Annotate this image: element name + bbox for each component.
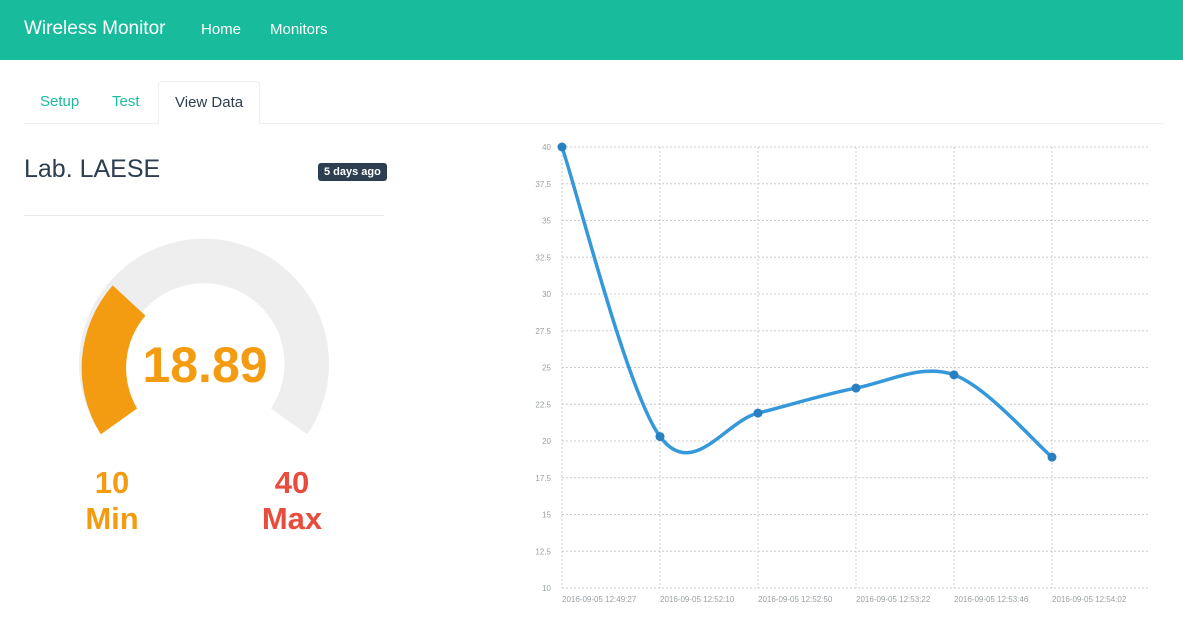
y-tick-label: 32.5 — [535, 253, 551, 262]
gauge-value: 18.89 — [142, 337, 268, 393]
y-tick-label: 10 — [542, 584, 551, 593]
brand-link[interactable]: Wireless Monitor — [24, 18, 165, 40]
x-tick-label: 2016-09-05 12:49:27 — [562, 595, 637, 604]
y-tick-label: 17.5 — [535, 474, 551, 483]
header-divider — [24, 215, 384, 216]
tab-test[interactable]: Test — [96, 81, 156, 124]
data-point — [1047, 452, 1057, 462]
y-tick-label: 30 — [542, 290, 551, 299]
tab-bar: Setup Test View Data — [24, 81, 1165, 125]
data-point — [753, 408, 763, 418]
last-update-badge: 5 days ago — [318, 163, 387, 181]
x-tick-label: 2016-09-05 12:53:46 — [954, 595, 1029, 604]
monitor-title: Lab. LAESE — [24, 155, 161, 183]
y-tick-label: 20 — [542, 437, 551, 446]
data-point — [851, 383, 861, 393]
y-tick-label: 12.5 — [535, 547, 551, 556]
data-point — [949, 370, 959, 380]
y-tick-label: 25 — [542, 364, 551, 373]
nav-monitors-link[interactable]: Monitors — [270, 21, 328, 38]
top-navbar: Wireless Monitor Home Monitors — [0, 0, 1183, 60]
nav-home-link[interactable]: Home — [201, 21, 241, 38]
data-point — [557, 142, 567, 152]
x-tick-label: 2016-09-05 12:53:22 — [856, 595, 931, 604]
x-tick-label: 2016-09-05 12:52:10 — [660, 595, 735, 604]
tab-setup[interactable]: Setup — [24, 81, 95, 124]
line-chart: 10 12.5 15 17.5 20 22.5 25 27.5 30 32.5 35 37.5 40 20… — [535, 142, 1148, 604]
y-tick-label: 27.5 — [535, 327, 551, 336]
x-tick-label: 2016-09-05 12:52:50 — [758, 595, 833, 604]
y-tick-label: 40 — [542, 143, 551, 152]
y-tick-label: 35 — [542, 217, 551, 226]
y-tick-label: 15 — [542, 511, 551, 520]
data-point — [655, 432, 665, 442]
gauge-max-value: 40 — [274, 465, 310, 500]
gauge-max-label: Max — [261, 501, 323, 536]
y-tick-label: 37.5 — [535, 180, 551, 189]
x-tick-label: 2016-09-05 12:54:02 — [1052, 595, 1127, 604]
y-tick-label: 22.5 — [535, 400, 551, 409]
gauge-min-label: Min — [85, 501, 139, 536]
tab-view-data[interactable]: View Data — [158, 81, 261, 125]
series-line — [560, 146, 1054, 459]
gauge-min-value: 10 — [94, 465, 130, 500]
